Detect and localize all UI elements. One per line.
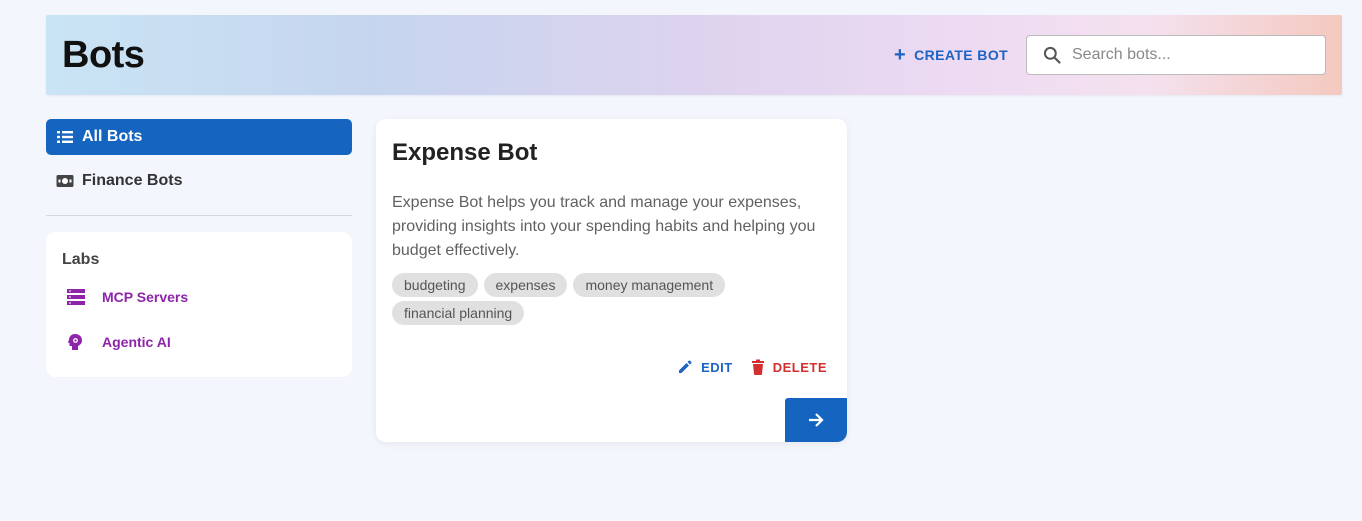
sidebar-divider — [46, 215, 352, 216]
sidebar-item-finance-bots[interactable]: Finance Bots — [46, 163, 352, 199]
search-input[interactable] — [1072, 46, 1312, 64]
edit-label: EDIT — [701, 359, 733, 375]
page-header: Bots + CREATE BOT — [46, 15, 1342, 95]
edit-button[interactable]: EDIT — [677, 359, 733, 375]
money-icon — [56, 175, 74, 187]
create-bot-button[interactable]: + CREATE BOT — [894, 43, 1008, 67]
labs-item-agentic-ai[interactable]: Agentic AI — [66, 330, 171, 354]
delete-button[interactable]: DELETE — [751, 359, 827, 375]
page-title: Bots — [62, 34, 145, 76]
psychology-icon — [67, 334, 82, 350]
trash-icon — [751, 359, 764, 375]
bot-card: Expense Bot Expense Bot helps you track … — [376, 119, 847, 442]
create-bot-label: CREATE BOT — [914, 47, 1009, 63]
tag-chip: financial planning — [392, 301, 525, 325]
list-icon — [57, 131, 73, 143]
sidebar-item-label: All Bots — [82, 128, 143, 145]
bot-name: Expense Bot — [392, 139, 538, 166]
delete-label: DELETE — [772, 359, 827, 375]
pencil-icon — [679, 360, 692, 373]
search-icon — [1043, 46, 1061, 64]
labs-title: Labs — [62, 251, 100, 268]
bot-actions: EDIT DELETE — [677, 359, 827, 375]
bot-tags: budgeting expenses money management fina… — [392, 273, 832, 325]
tag-chip: budgeting — [392, 273, 478, 297]
arrow-right-icon — [809, 413, 824, 427]
sidebar-item-all-bots[interactable]: All Bots — [46, 119, 352, 155]
labs-item-mcp-servers[interactable]: MCP Servers — [66, 285, 188, 309]
tag-chip: expenses — [483, 273, 568, 297]
labs-item-label: Agentic AI — [102, 334, 171, 350]
search-box[interactable] — [1026, 35, 1326, 75]
tag-chip: money management — [573, 273, 726, 297]
plus-icon: + — [894, 44, 907, 66]
open-bot-button[interactable] — [785, 398, 847, 442]
storage-icon — [67, 289, 85, 305]
labs-item-label: MCP Servers — [102, 289, 189, 305]
bot-description: Expense Bot helps you track and manage y… — [392, 194, 816, 259]
labs-panel: Labs MCP Servers Agentic AI — [46, 232, 352, 377]
sidebar-item-label: Finance Bots — [82, 172, 183, 189]
